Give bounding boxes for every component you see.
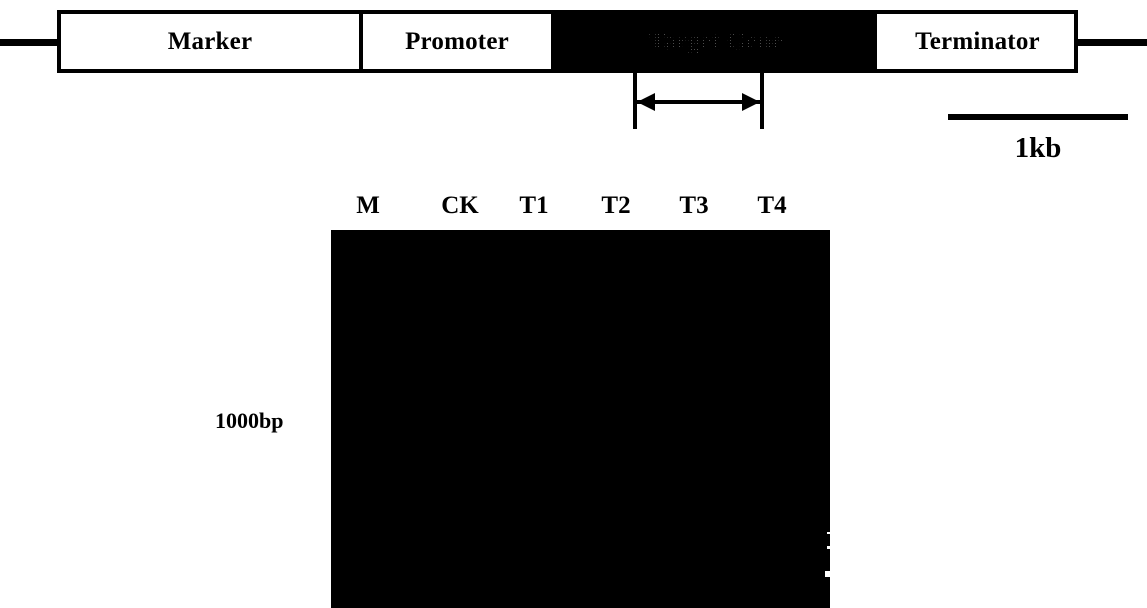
- gel-lane-label-t3: T3: [679, 192, 709, 219]
- cassette-segment-terminator-label: Terminator: [915, 27, 1040, 55]
- gel-artifact-speck: [827, 546, 830, 549]
- expression-cassette: Marker Promoter Target Gene Terminator: [57, 10, 1078, 73]
- arrow-head-left-icon: [637, 93, 655, 111]
- gel-lane-label-row: M CK T1 T2 T3 T4: [331, 192, 830, 226]
- figure-root: Marker Promoter Target Gene Terminator 1…: [0, 0, 1147, 608]
- cassette-segment-promoter: Promoter: [363, 14, 555, 69]
- gel-artifact-speck: [827, 532, 830, 534]
- gel-lane-label-t2: T2: [601, 192, 631, 219]
- scale-bar-label: 1kb: [1014, 132, 1062, 164]
- scale-bar: [948, 114, 1128, 120]
- cassette-segment-marker: Marker: [61, 14, 363, 69]
- gel-lane-label-t4: T4: [757, 192, 787, 219]
- gel-size-marker-label: 1000bp: [215, 408, 284, 433]
- backbone-line-right: [1075, 39, 1147, 46]
- cassette-segment-gene-label: Target Gene: [649, 27, 783, 55]
- cassette-segment-marker-label: Marker: [167, 27, 253, 55]
- gel-lane-label-m: M: [356, 192, 380, 219]
- cassette-segment-terminator: Terminator: [877, 14, 1078, 69]
- backbone-line-left: [0, 39, 60, 46]
- cassette-segment-gene: Target Gene: [555, 14, 877, 69]
- gel-artifact-speck: [825, 571, 830, 577]
- cassette-segment-promoter-label: Promoter: [405, 27, 509, 55]
- gel-panel: M CK T1 T2 T3 T4 1000bp: [0, 180, 1147, 608]
- gel-lane-label-t1: T1: [519, 192, 549, 219]
- arrow-head-right-icon: [742, 93, 760, 111]
- gel-lane-label-ck: CK: [441, 192, 479, 219]
- construct-diagram-panel: Marker Promoter Target Gene Terminator 1…: [0, 0, 1147, 180]
- gel-photograph: [331, 230, 830, 608]
- amplicon-tick-right: [760, 73, 764, 129]
